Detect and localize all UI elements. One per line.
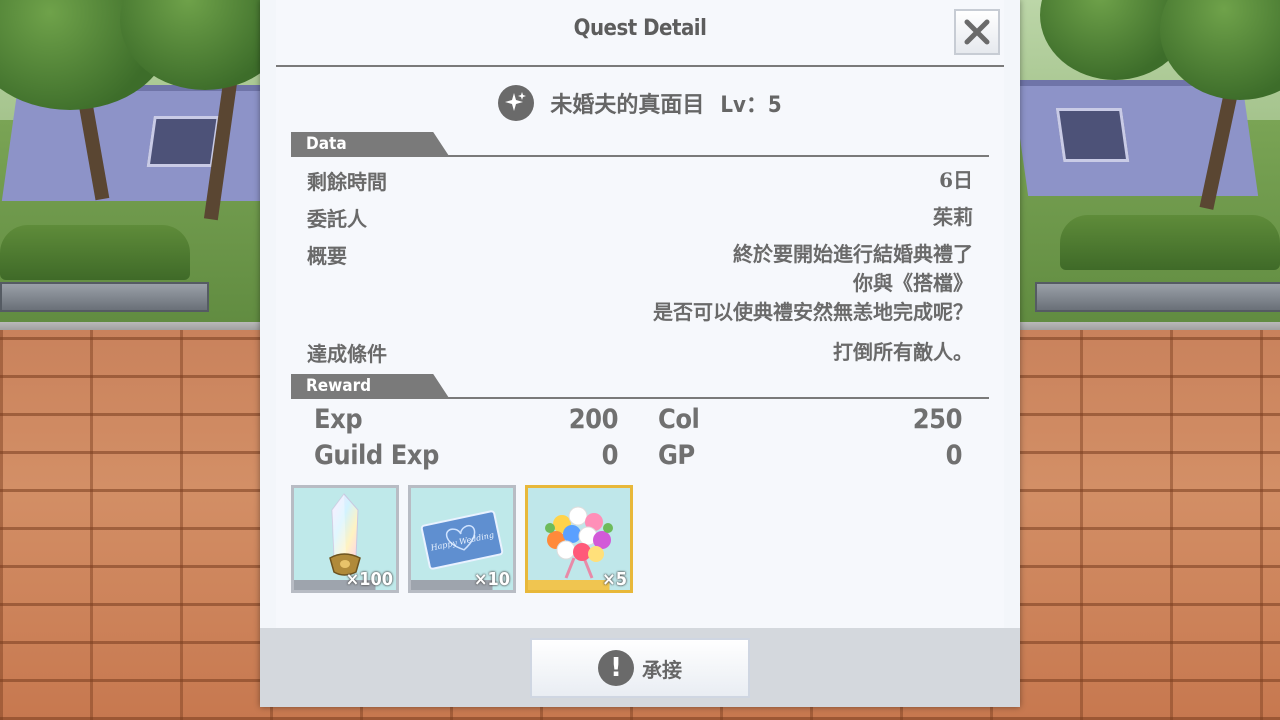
planter-left <box>0 282 209 312</box>
guild-exp-label: Guild Exp <box>314 440 439 471</box>
summary-line: 你與《搭檔》 <box>853 271 973 295</box>
item-count: ×5 <box>602 569 627 590</box>
client-value: 茱莉 <box>933 205 973 229</box>
close-button[interactable] <box>954 9 1000 55</box>
sparkle-icon <box>498 85 535 121</box>
dialog-title: Quest Detail <box>573 16 707 41</box>
accept-button[interactable]: ! 承接 <box>530 638 750 698</box>
client-label: 委託人 <box>307 207 367 231</box>
hedge-left <box>0 225 190 280</box>
summary-line: 是否可以使典禮安然無恙地完成呢？ <box>653 300 973 324</box>
gp-value: 0 <box>945 440 963 471</box>
accept-label: 承接 <box>642 657 682 682</box>
summary-label: 概要 <box>307 244 347 268</box>
bouquet-item[interactable]: ×5 <box>525 485 633 593</box>
data-section-header: Data <box>291 132 989 158</box>
col-value: 250 <box>912 404 963 435</box>
quest-detail-dialog: Quest Detail 未婚夫的真面目 Lv：5 Data 剩餘時間 6日 委… <box>260 0 1020 707</box>
condition-row: 達成條件 打倒所有敵人。 <box>307 338 973 368</box>
remaining-time-row: 剩餘時間 6日 <box>307 166 973 196</box>
item-count: ×100 <box>345 569 393 590</box>
col-label: Col <box>658 404 700 435</box>
quest-level: Lv：5 <box>720 93 782 118</box>
exp-value: 200 <box>568 404 619 435</box>
summary-row: 概要 終於要開始進行結婚典禮了 你與《搭檔》 是否可以使典禮安然無恙地完成呢？ <box>307 240 973 330</box>
wedding-card-item[interactable]: Happy Wedding ×10 <box>408 485 516 593</box>
data-section-title: Data <box>306 134 347 154</box>
item-count: ×10 <box>473 569 510 590</box>
quest-header: 未婚夫的真面目 Lv：5 <box>260 84 1020 122</box>
summary-value: 終於要開始進行結婚典禮了 你與《搭檔》 是否可以使典禮安然無恙地完成呢？ <box>653 240 973 327</box>
summary-line: 終於要開始進行結婚典禮了 <box>733 242 973 266</box>
client-row: 委託人 茱莉 <box>307 203 973 233</box>
crystal-item[interactable]: ×100 <box>291 485 399 593</box>
remaining-time-value: 6日 <box>939 168 973 192</box>
dialog-footer: ! 承接 <box>260 628 1020 707</box>
condition-value: 打倒所有敵人。 <box>833 340 973 364</box>
guild-exp-value: 0 <box>601 440 619 471</box>
close-icon <box>964 19 990 45</box>
reward-section-header: Reward <box>291 374 989 400</box>
condition-label: 達成條件 <box>307 342 387 366</box>
exp-label: Exp <box>314 404 363 435</box>
remaining-time-label: 剩餘時間 <box>307 170 387 194</box>
planter-right <box>1035 282 1280 312</box>
reward-section-title: Reward <box>306 376 372 396</box>
hedge-right <box>1060 215 1280 270</box>
quest-name: 未婚夫的真面目 <box>550 92 705 118</box>
title-divider <box>276 65 1004 67</box>
exclamation-icon: ! <box>598 650 634 686</box>
gp-label: GP <box>658 440 695 471</box>
